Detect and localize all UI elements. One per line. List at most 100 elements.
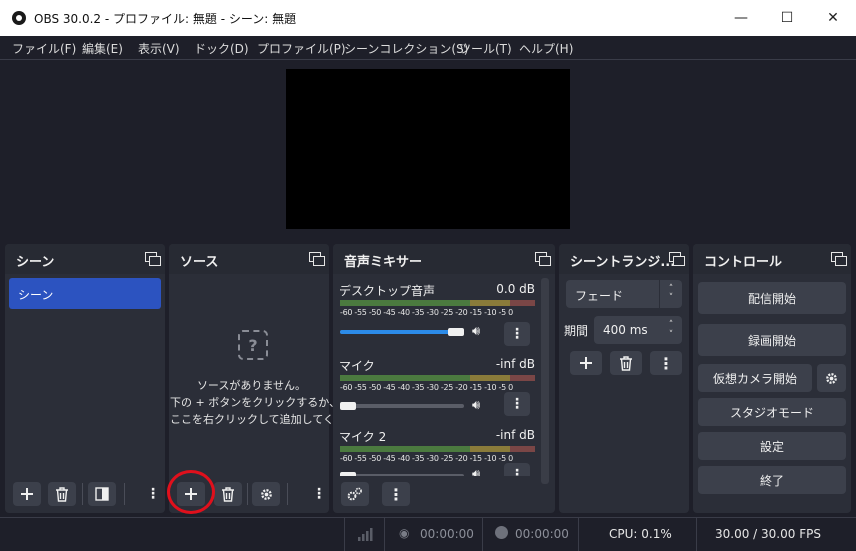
plus-icon xyxy=(580,357,592,369)
toolbar-separator xyxy=(82,483,83,505)
status-segment: 30.00 / 30.00 FPS xyxy=(696,518,856,551)
signal-bars-icon xyxy=(358,528,373,541)
mixer-channel-list: デスクトップ音声 0.0 dB -60 -55 -50 -45 -40 -35 … xyxy=(334,278,540,476)
highlight-annotation xyxy=(167,470,215,514)
exit-button[interactable]: 終了 xyxy=(698,466,846,494)
scene-list-item[interactable]: シーン xyxy=(9,278,161,309)
channel-db: -inf dB xyxy=(495,428,535,442)
obs-logo-icon xyxy=(12,11,26,25)
menu-view[interactable]: 表示(V) xyxy=(138,40,180,57)
mixer-menu-button[interactable]: ⋮ xyxy=(382,482,410,506)
status-segment xyxy=(344,518,385,551)
window-title: OBS 30.0.2 - プロファイル: 無題 - シーン: 無題 xyxy=(34,12,297,26)
channel-menu-button[interactable]: ⋮ xyxy=(504,322,530,346)
chevron-updown-icon[interactable]: ˄ ˅ xyxy=(660,316,682,344)
start-streaming-button[interactable]: 配信開始 xyxy=(698,282,846,314)
gears-icon xyxy=(347,487,362,501)
status-bar: ◉ 00:00:00 00:00:00 CPU: 0.1% 30.00 / 30… xyxy=(0,517,856,551)
start-recording-button[interactable]: 録画開始 xyxy=(698,324,846,356)
undock-icon[interactable] xyxy=(535,252,551,266)
menu-dock[interactable]: ドック(D) xyxy=(194,40,249,57)
sources-empty-message[interactable]: ソースがありません。 下の + ボタンをクリックするか、 ここを右クリックして追… xyxy=(170,377,333,428)
menu-profile[interactable]: プロファイル(P) xyxy=(257,40,346,57)
kebab-icon: ⋮ xyxy=(510,467,524,476)
studio-mode-button[interactable]: スタジオモード xyxy=(698,398,846,426)
duration-value: 400 ms xyxy=(603,323,648,337)
mixer-scrollbar[interactable] xyxy=(541,278,549,484)
volume-slider[interactable] xyxy=(340,404,464,408)
undock-icon[interactable] xyxy=(145,252,161,266)
meter-scale: -60 -55 -50 -45 -40 -35 -30 -25 -20 -15 … xyxy=(340,308,513,317)
menu-scene-collection[interactable]: シーンコレクション(S) xyxy=(344,40,468,57)
speaker-icon[interactable]: 🔊︎ xyxy=(472,398,480,413)
plus-icon xyxy=(21,488,33,500)
remove-source-button[interactable] xyxy=(214,482,242,506)
volume-slider[interactable] xyxy=(340,474,464,476)
source-properties-button[interactable] xyxy=(252,482,280,506)
virtual-camera-settings-button[interactable] xyxy=(817,364,846,392)
mixer-dock-header: 音声ミキサー xyxy=(333,244,555,274)
minimize-button[interactable]: — xyxy=(718,0,764,36)
menu-file[interactable]: ファイル(F) xyxy=(12,40,76,57)
transitions-dock-header: シーントランジ... xyxy=(559,244,689,274)
status-segment: 00:00:00 xyxy=(482,518,579,551)
record-icon xyxy=(495,526,508,539)
source-more-button[interactable]: ⋮ xyxy=(309,482,329,506)
chevron-updown-icon: ˄ ˅ xyxy=(659,280,682,308)
kebab-icon: ⋮ xyxy=(388,484,404,504)
stream-icon: ◉ xyxy=(399,526,410,540)
undock-icon[interactable] xyxy=(309,252,325,266)
kebab-icon: ⋮ xyxy=(658,353,674,373)
gear-icon xyxy=(826,372,837,384)
kebab-icon: ⋮ xyxy=(510,326,524,342)
volume-thumb[interactable] xyxy=(340,472,356,476)
meter-scale: -60 -55 -50 -45 -40 -35 -30 -25 -20 -15 … xyxy=(340,383,513,392)
menu-tools[interactable]: ツール(T) xyxy=(459,40,512,57)
kebab-icon: ⋮ xyxy=(510,396,524,412)
sources-dock-title: ソース xyxy=(180,255,219,270)
start-virtual-camera-button[interactable]: 仮想カメラ開始 xyxy=(698,364,812,392)
menu-edit[interactable]: 編集(E) xyxy=(82,40,123,57)
scene-more-button[interactable]: ⋮ xyxy=(143,482,163,506)
transition-select[interactable]: フェード ˄ ˅ xyxy=(566,280,682,308)
transition-menu-button[interactable]: ⋮ xyxy=(650,351,682,375)
transitions-dock-title: シーントランジ... xyxy=(570,255,676,270)
undock-icon[interactable] xyxy=(669,252,685,266)
scene-filters-button[interactable] xyxy=(88,482,116,506)
remove-scene-button[interactable] xyxy=(48,482,76,506)
menu-help[interactable]: ヘルプ(H) xyxy=(519,40,573,57)
add-transition-button[interactable] xyxy=(570,351,602,375)
add-scene-button[interactable] xyxy=(13,482,41,506)
question-mark-icon: ? xyxy=(238,330,268,360)
duration-spinbox[interactable]: 400 ms ˄ ˅ xyxy=(594,316,682,344)
channel-menu-button[interactable]: ⋮ xyxy=(504,463,530,476)
audio-meter xyxy=(340,446,535,452)
preview-canvas[interactable] xyxy=(286,69,570,229)
maximize-button[interactable]: ☐ xyxy=(764,0,810,36)
channel-db: 0.0 dB xyxy=(496,282,535,296)
remove-transition-button[interactable] xyxy=(610,351,642,375)
toolbar-separator xyxy=(287,483,288,505)
trash-icon xyxy=(222,486,234,502)
controls-dock-title: コントロール xyxy=(704,255,783,270)
undock-icon[interactable] xyxy=(831,252,847,266)
speaker-icon[interactable]: 🔊︎ xyxy=(472,324,480,339)
speaker-icon[interactable]: 🔊︎ xyxy=(472,467,480,476)
status-segment: ◉ 00:00:00 xyxy=(384,518,483,551)
scenes-dock-title: シーン xyxy=(16,255,55,270)
channel-menu-button[interactable]: ⋮ xyxy=(504,392,530,416)
close-button[interactable]: ✕ xyxy=(810,0,856,36)
volume-thumb[interactable] xyxy=(448,328,464,336)
settings-button[interactable]: 設定 xyxy=(698,432,846,460)
trash-icon xyxy=(620,355,632,371)
scene-item-label: シーン xyxy=(18,288,54,302)
channel-name: デスクトップ音声 xyxy=(339,284,436,298)
duration-label: 期間 xyxy=(564,324,589,338)
filter-icon xyxy=(95,487,109,501)
sources-dock-header: ソース xyxy=(169,244,329,274)
volume-thumb[interactable] xyxy=(340,402,356,410)
advanced-audio-button[interactable] xyxy=(341,482,369,506)
gear-icon xyxy=(260,488,272,500)
channel-db: -inf dB xyxy=(495,357,535,371)
menu-bar: ファイル(F) 編集(E) 表示(V) ドック(D) プロファイル(P) シーン… xyxy=(0,36,856,60)
